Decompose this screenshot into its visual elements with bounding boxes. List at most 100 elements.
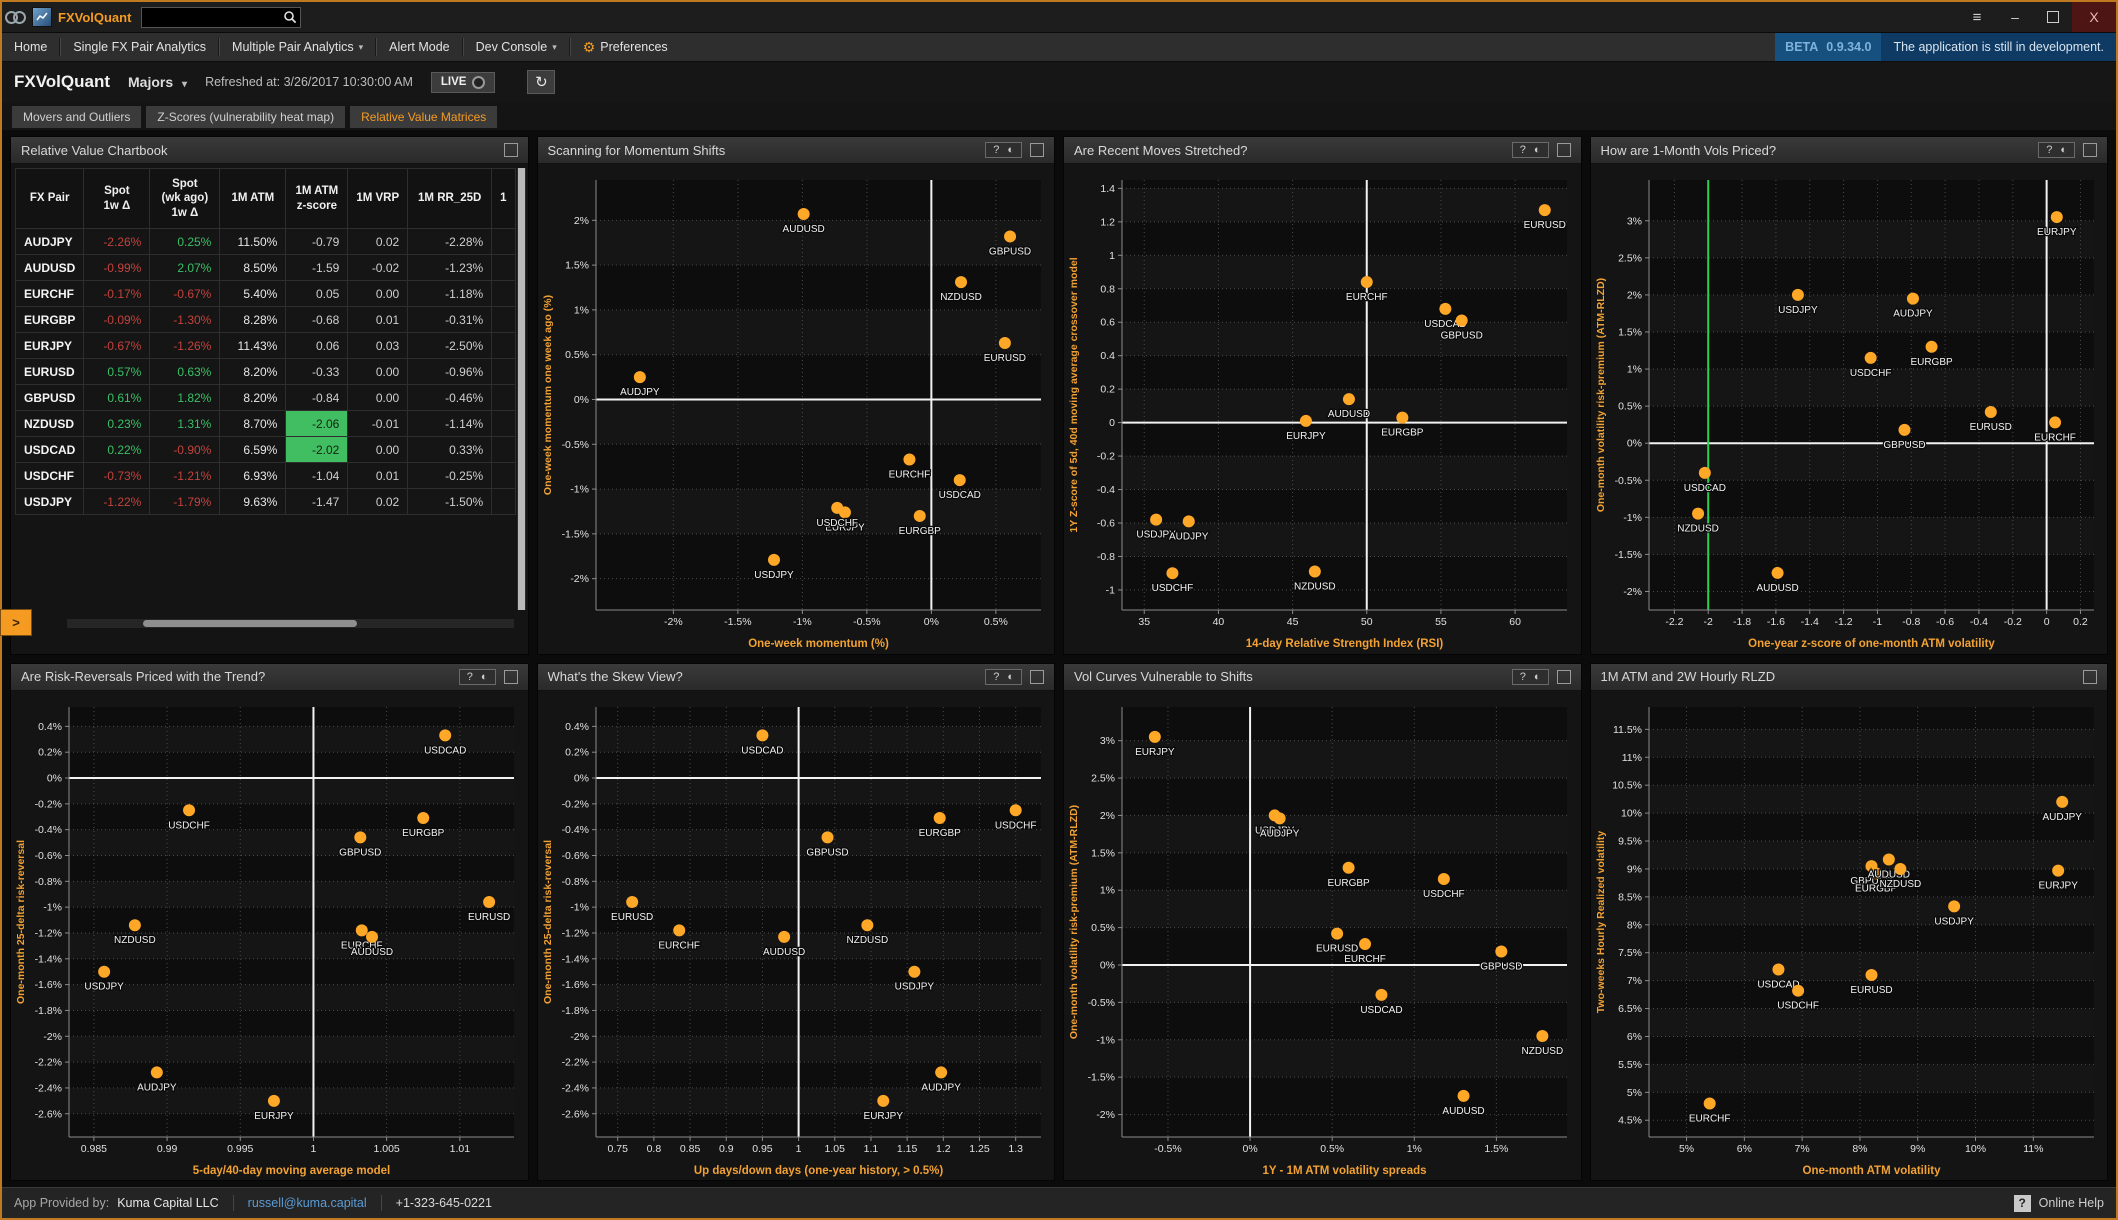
data-point-AUDJPY[interactable] <box>2056 795 2068 807</box>
online-help-link[interactable]: Online Help <box>2039 1196 2104 1210</box>
data-point-EURUSD[interactable] <box>1539 204 1551 216</box>
menu-item-multiple-pair-analytics[interactable]: Multiple Pair Analytics▾ <box>220 33 375 61</box>
panel-checkbox[interactable] <box>504 143 518 157</box>
menu-item-alert-mode[interactable]: Alert Mode <box>377 33 461 61</box>
data-point-AUDJPY[interactable] <box>1274 812 1286 824</box>
data-point-AUDJPY[interactable] <box>1183 515 1195 527</box>
data-point-EURUSD[interactable] <box>483 895 495 907</box>
panel-checkbox[interactable] <box>1557 143 1571 157</box>
data-point-USDCHF[interactable] <box>831 502 843 514</box>
data-point-EURUSD[interactable] <box>1331 927 1343 939</box>
expand-button[interactable]: > <box>0 609 32 636</box>
table-vertical-scrollbar[interactable] <box>517 168 526 610</box>
search-icon[interactable] <box>283 10 297 29</box>
menu-item-home[interactable]: Home <box>2 33 59 61</box>
data-point-EURUSD[interactable] <box>626 895 638 907</box>
data-point-USDCAD[interactable] <box>1772 963 1784 975</box>
panel-help-contrast-buttons[interactable]: ?◐ <box>1512 142 1549 158</box>
data-point-EURGBP[interactable] <box>913 510 925 522</box>
data-point-EURGBP[interactable] <box>933 812 945 824</box>
data-point-EURJPY[interactable] <box>1300 415 1312 427</box>
table-row-NZDUSD[interactable]: NZDUSD0.23%1.31%8.70%-2.06-0.01-1.14% <box>16 411 516 437</box>
table-row-EURCHF[interactable]: EURCHF-0.17%-0.67%5.40%0.050.00-1.18% <box>16 281 516 307</box>
data-point-EURUSD[interactable] <box>1984 406 1996 418</box>
help-icon[interactable]: ? <box>2014 1195 2031 1212</box>
data-point-EURUSD[interactable] <box>1865 969 1877 981</box>
data-point-NZDUSD[interactable] <box>1536 1030 1548 1042</box>
data-point-USDCAD[interactable] <box>439 729 451 741</box>
data-point-EURGBP[interactable] <box>1343 861 1355 873</box>
data-point-EURJPY[interactable] <box>2050 211 2062 223</box>
panel-help-contrast-buttons[interactable]: ?◐ <box>985 142 1022 158</box>
data-point-EURJPY[interactable] <box>2052 864 2064 876</box>
panel-checkbox[interactable] <box>2083 670 2097 684</box>
table-horizontal-scrollbar[interactable] <box>67 619 514 628</box>
data-point-NZDUSD[interactable] <box>861 919 873 931</box>
table-row-EURGBP[interactable]: EURGBP-0.09%-1.30%8.28%-0.680.01-0.31% <box>16 307 516 333</box>
table-row-EURUSD[interactable]: EURUSD0.57%0.63%8.20%-0.330.00-0.96% <box>16 359 516 385</box>
data-point-AUDUSD[interactable] <box>1882 853 1894 865</box>
data-point-EURGBP[interactable] <box>417 812 429 824</box>
data-point-USDCHF[interactable] <box>1792 984 1804 996</box>
column-header-1[interactable]: 1 <box>492 169 515 229</box>
data-point-USDCHF[interactable] <box>1864 352 1876 364</box>
data-point-USDJPY[interactable] <box>1150 514 1162 526</box>
data-point-USDCAD[interactable] <box>1698 467 1710 479</box>
panel-help-contrast-buttons[interactable]: ?◐ <box>1512 669 1549 685</box>
data-point-AUDUSD[interactable] <box>778 930 790 942</box>
contact-email-link[interactable]: russell@kuma.capital <box>248 1196 367 1210</box>
close-button[interactable]: X <box>2072 2 2116 32</box>
data-point-NZDUSD[interactable] <box>1692 508 1704 520</box>
data-point-NZDUSD[interactable] <box>1309 566 1321 578</box>
data-point-AUDUSD[interactable] <box>366 930 378 942</box>
data-point-EURUSD[interactable] <box>998 337 1010 349</box>
tab-z-scores[interactable]: Z-Scores (vulnerability heat map) <box>146 106 345 128</box>
data-point-USDJPY[interactable] <box>98 965 110 977</box>
refresh-button[interactable]: ↻ <box>527 70 555 94</box>
data-point-USDJPY[interactable] <box>908 965 920 977</box>
panel-help-contrast-buttons[interactable]: ?◐ <box>2038 142 2075 158</box>
data-point-AUDUSD[interactable] <box>797 208 809 220</box>
panel-help-contrast-buttons[interactable]: ?◐ <box>459 669 496 685</box>
data-point-EURCHF[interactable] <box>2049 416 2061 428</box>
data-point-GBPUSD[interactable] <box>1456 315 1468 327</box>
column-header-1m-vrp[interactable]: 1M VRP <box>348 169 408 229</box>
data-point-EURCHF[interactable] <box>1359 938 1371 950</box>
data-point-NZDUSD[interactable] <box>129 919 141 931</box>
data-point-AUDJPY[interactable] <box>935 1066 947 1078</box>
data-point-EURGBP[interactable] <box>1925 341 1937 353</box>
menu-item-dev-console[interactable]: Dev Console▾ <box>464 33 569 61</box>
data-point-GBPUSD[interactable] <box>821 831 833 843</box>
panel-checkbox[interactable] <box>2083 143 2097 157</box>
table-row-USDJPY[interactable]: USDJPY-1.22%-1.79%9.63%-1.470.02-1.50% <box>16 489 516 515</box>
data-point-USDJPY[interactable] <box>1791 289 1803 301</box>
data-point-USDCAD[interactable] <box>1439 303 1451 315</box>
column-header-spot-1w[interactable]: Spot1w Δ <box>84 169 150 229</box>
column-header-fx-pair[interactable]: FX Pair <box>16 169 84 229</box>
data-point-AUDUSD[interactable] <box>1771 567 1783 579</box>
column-header-1m-rr-25d[interactable]: 1M RR_25D <box>408 169 492 229</box>
data-point-GBPUSD[interactable] <box>1495 945 1507 957</box>
data-point-EURCHF[interactable] <box>1361 276 1373 288</box>
data-point-AUDJPY[interactable] <box>1906 293 1918 305</box>
data-point-GBPUSD[interactable] <box>1898 424 1910 436</box>
table-row-AUDUSD[interactable]: AUDUSD-0.99%2.07%8.50%-1.59-0.02-1.23% <box>16 255 516 281</box>
menu-icon[interactable]: ≡ <box>1958 2 1996 32</box>
column-header-1m-atm[interactable]: 1M ATM <box>220 169 286 229</box>
tab-relative-value-matrices[interactable]: Relative Value Matrices <box>350 106 497 128</box>
menu-item-preferences[interactable]: ⚙Preferences <box>571 33 680 61</box>
panel-checkbox[interactable] <box>1030 670 1044 684</box>
data-point-USDCHF[interactable] <box>1438 873 1450 885</box>
data-point-EURGBP[interactable] <box>1396 412 1408 424</box>
data-point-USDCHF[interactable] <box>1166 567 1178 579</box>
data-point-EURCHF[interactable] <box>903 454 915 466</box>
live-toggle[interactable]: LIVE <box>431 72 496 93</box>
data-point-AUDJPY[interactable] <box>151 1066 163 1078</box>
data-point-AUDJPY[interactable] <box>633 371 645 383</box>
column-header-1m-atm-z-score[interactable]: 1M ATMz-score <box>286 169 348 229</box>
data-point-EURJPY[interactable] <box>877 1094 889 1106</box>
panel-checkbox[interactable] <box>504 670 518 684</box>
maximize-button[interactable] <box>2034 2 2072 32</box>
data-point-AUDUSD[interactable] <box>1458 1089 1470 1101</box>
data-point-GBPUSD[interactable] <box>1004 230 1016 242</box>
